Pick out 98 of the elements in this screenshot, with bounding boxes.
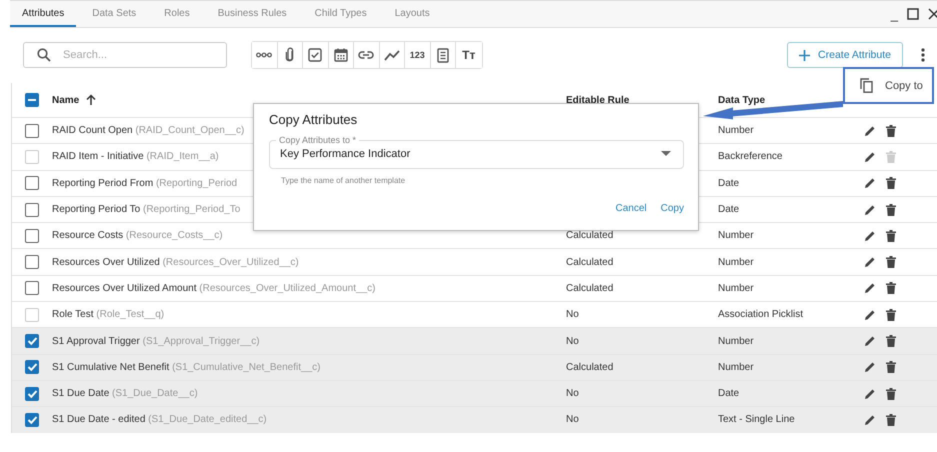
tab[interactable]: Attributes xyxy=(10,1,76,27)
table-cell: Calculated xyxy=(566,230,614,242)
table-cell: Text - Single Line xyxy=(718,414,795,426)
column-header[interactable]: Editable Rule xyxy=(566,95,630,106)
table-row[interactable]: Resources Over Utilized Amount (Resources_Over_Utilized_Amount__c) Calculated Number xyxy=(12,274,937,302)
relation-icon[interactable] xyxy=(252,42,278,68)
trash-icon[interactable] xyxy=(886,256,896,268)
row-checkbox[interactable] xyxy=(25,281,39,296)
attribute-name: Resources Over Utilized (Resources_Over_Utilized__c) xyxy=(52,256,299,268)
pencil-icon[interactable] xyxy=(864,361,876,374)
row-checkbox[interactable] xyxy=(25,176,39,190)
pencil-icon[interactable] xyxy=(864,177,876,190)
trash-icon[interactable] xyxy=(886,335,896,348)
table-cell: Date xyxy=(718,178,740,189)
checkmark-icon xyxy=(26,388,38,399)
trash-icon[interactable] xyxy=(886,361,896,374)
field-hint: Type the name of another template xyxy=(281,176,406,185)
attribute-name: Resource Costs (Resource_Costs__c) xyxy=(52,230,223,242)
copy-icon xyxy=(860,78,873,93)
trash-icon[interactable] xyxy=(886,230,896,242)
table-cell: Date xyxy=(718,388,740,400)
table-row[interactable]: Resources Over Utilized (Resources_Over_Utilized__c) Calculated Number xyxy=(12,248,937,275)
pencil-icon[interactable] xyxy=(864,414,876,426)
table-cell: Backreference xyxy=(718,151,782,162)
field-label: Copy Attributes to * xyxy=(278,135,358,145)
trash-icon[interactable] xyxy=(886,388,896,400)
trash-icon[interactable] xyxy=(886,177,896,190)
pencil-icon[interactable] xyxy=(864,256,876,268)
select-all-checkbox[interactable] xyxy=(25,93,39,107)
dropdown-caret-icon xyxy=(661,151,671,156)
table-cell: No xyxy=(566,414,579,426)
dialog-button[interactable]: Cancel xyxy=(616,199,647,218)
pencil-icon[interactable] xyxy=(864,204,876,216)
table-cell: Number xyxy=(718,125,754,136)
template-dropdown[interactable]: Copy Attributes to * Key Performance Indicator xyxy=(269,135,684,169)
table-cell: Date xyxy=(718,204,740,216)
sort-arrow-icon[interactable] xyxy=(86,94,96,106)
pencil-icon[interactable] xyxy=(864,388,876,400)
table-cell: Number xyxy=(718,336,754,347)
trash-icon[interactable] xyxy=(886,414,896,426)
more-options-icon[interactable] xyxy=(921,48,925,62)
table-cell: Number xyxy=(718,362,754,373)
close-icon[interactable] xyxy=(928,8,937,20)
row-checkbox[interactable] xyxy=(25,360,39,374)
table-cell: Calculated xyxy=(566,282,614,294)
search-field[interactable]: Search... xyxy=(23,42,227,68)
table-row[interactable]: S1 Cumulative Net Benefit (S1_Cumulative_Net_Benefit__c) Calculated Number xyxy=(12,354,937,380)
row-checkbox[interactable] xyxy=(25,412,39,427)
pencil-icon[interactable] xyxy=(864,124,876,137)
table-row[interactable]: S1 Due Date - edited (S1_Due_Date_edited__c) No Text - Single Line xyxy=(12,406,937,433)
row-checkbox[interactable] xyxy=(25,386,39,401)
table-cell: No xyxy=(566,336,579,347)
attribute-name: S1 Due Date - edited (S1_Due_Date_edited__c) xyxy=(52,414,267,426)
maximize-icon[interactable] xyxy=(907,8,919,20)
search-icon xyxy=(37,48,51,62)
table-row[interactable]: S1 Approval Trigger (S1_Approval_Trigger__c) No Number xyxy=(12,327,937,354)
checkmark-icon xyxy=(26,336,38,346)
minimize-button[interactable]: _ xyxy=(890,8,898,20)
row-checkbox[interactable] xyxy=(25,228,39,243)
attribute-name: RAID Item - Initiative (RAID_Item__a) xyxy=(52,151,219,162)
trash-icon[interactable] xyxy=(886,282,896,294)
pencil-icon[interactable] xyxy=(864,282,876,294)
menu-item[interactable]: Copy to xyxy=(845,78,923,93)
row-checkbox[interactable] xyxy=(25,334,39,348)
table-cell: Number xyxy=(718,230,754,242)
attribute-name: S1 Cumulative Net Benefit (S1_Cumulative_Net_Benefit__c) xyxy=(52,362,320,373)
checkmark-icon xyxy=(26,362,38,372)
table-cell: Calculated xyxy=(566,362,614,373)
field-value: Key Performance Indicator xyxy=(280,148,410,160)
create-attribute-button[interactable]: Create Attribute xyxy=(787,42,903,68)
minus-icon xyxy=(28,99,36,101)
table-cell: No xyxy=(566,388,579,400)
column-header[interactable]: Data Type xyxy=(718,95,766,106)
dialog-button[interactable]: Copy xyxy=(660,199,684,218)
column-header[interactable]: Name xyxy=(52,94,80,106)
table-cell: Association Picklist xyxy=(718,309,804,320)
attribute-name: Resources Over Utilized Amount (Resources_Over_Utilized_Amount__c) xyxy=(52,282,376,294)
trash-icon[interactable] xyxy=(886,204,896,216)
row-checkbox[interactable] xyxy=(25,202,39,217)
table-cell: Number xyxy=(718,256,754,268)
attribute-name: S1 Approval Trigger (S1_Approval_Trigger__c) xyxy=(52,336,260,347)
row-checkbox[interactable] xyxy=(25,255,39,270)
table-cell: No xyxy=(566,309,579,320)
attribute-name: S1 Due Date (S1_Due_Date__c) xyxy=(52,388,198,400)
table-cell: Number xyxy=(718,282,754,294)
attribute-name: Role Test (Role_Test__q) xyxy=(52,309,164,320)
trash-icon[interactable] xyxy=(886,124,896,137)
row-checkbox[interactable] xyxy=(25,124,39,138)
pencil-icon[interactable] xyxy=(864,335,876,348)
attribute-name: RAID Count Open (RAID_Count_Open__c) xyxy=(52,125,244,136)
plus-icon xyxy=(799,50,810,60)
checkmark-icon xyxy=(26,414,38,425)
table-cell: Calculated xyxy=(566,256,614,268)
attribute-name: Reporting Period To (Reporting_Period_To xyxy=(52,204,240,216)
pencil-icon[interactable] xyxy=(864,230,876,242)
table-row[interactable]: S1 Due Date (S1_Due_Date__c) No Date xyxy=(12,380,937,406)
attribute-name: Reporting Period From (Reporting_Period xyxy=(52,178,238,189)
dialog-title: Copy Attributes xyxy=(269,112,358,127)
